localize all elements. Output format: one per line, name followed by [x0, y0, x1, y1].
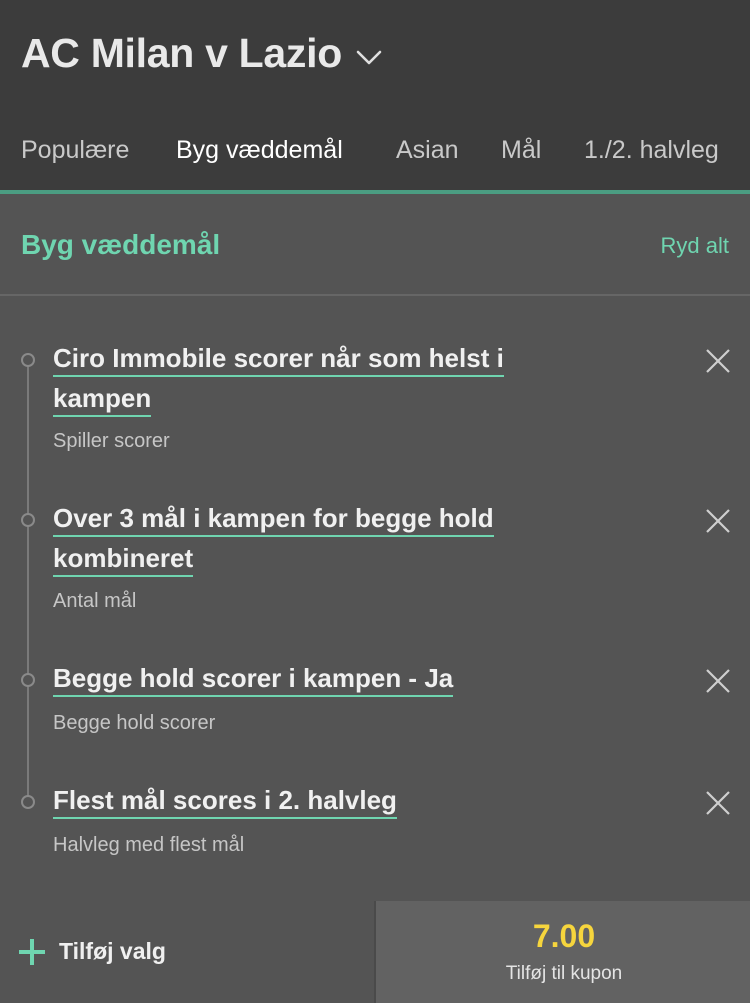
selection-title[interactable]: Ciro Immobile scorer når som helst i kam…: [53, 338, 573, 418]
selection-market: Halvleg med flest mål: [53, 834, 245, 856]
tab-asian[interactable]: Asian: [396, 130, 459, 194]
add-selection-label: Tilføj valg: [59, 938, 166, 964]
selection-title[interactable]: Flest mål scores i 2. halvleg: [53, 780, 573, 820]
tab-halvleg[interactable]: 1./2. halvleg: [584, 130, 719, 194]
timeline-dot: [21, 513, 35, 527]
close-icon[interactable]: [704, 789, 732, 817]
tab-byg-vaeddemaal[interactable]: Byg væddemål: [176, 130, 355, 194]
match-selector[interactable]: AC Milan v Lazio: [21, 30, 382, 77]
selection-timeline: [27, 360, 29, 802]
selection-market: Begge hold scorer: [53, 712, 216, 734]
close-icon[interactable]: [704, 667, 732, 695]
selection-title[interactable]: Begge hold scorer i kampen - Ja: [53, 658, 573, 698]
add-to-coupon-label: Tilføj til kupon: [505, 963, 623, 984]
bet-builder-header: Byg væddemål Ryd alt: [0, 194, 750, 296]
tab-populaere[interactable]: Populære: [21, 130, 129, 194]
match-header: AC Milan v Lazio Populære Byg væddemål A…: [0, 0, 750, 194]
plus-icon: [19, 939, 45, 965]
timeline-dot: [21, 353, 35, 367]
section-title: Byg væddemål: [21, 229, 221, 260]
chevron-down-icon[interactable]: [356, 49, 382, 67]
combined-odds: 7.00: [532, 918, 596, 954]
selection-market: Spiller scorer: [53, 430, 170, 452]
match-title[interactable]: AC Milan v Lazio: [21, 30, 342, 77]
timeline-dot: [21, 795, 35, 809]
clear-all-button[interactable]: Ryd alt: [661, 233, 729, 259]
close-icon[interactable]: [704, 347, 732, 375]
selection-title[interactable]: Over 3 mål i kampen for begge hold kombi…: [53, 498, 573, 578]
selection-market: Antal mål: [53, 590, 137, 612]
tab-maal[interactable]: Mål: [501, 130, 541, 194]
timeline-dot: [21, 673, 35, 687]
market-tabs: Populære Byg væddemål Asian Mål 1./2. ha…: [0, 130, 750, 194]
add-selection-button[interactable]: Tilføj valg: [0, 901, 374, 1003]
add-to-coupon-button[interactable]: 7.00 Tilføj til kupon: [374, 901, 750, 1003]
close-icon[interactable]: [704, 507, 732, 535]
